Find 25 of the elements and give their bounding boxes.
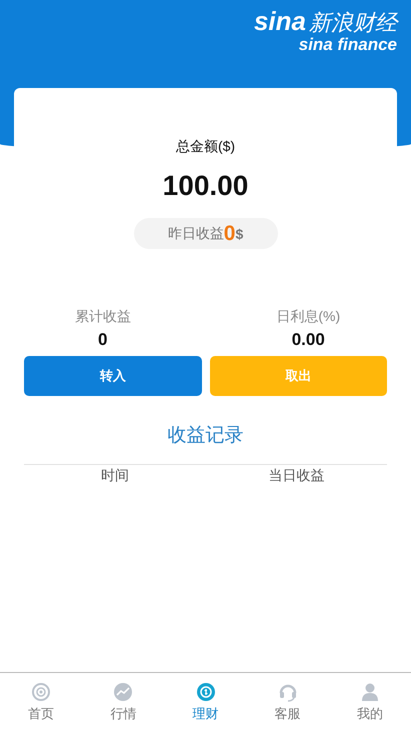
records-title: 收益记录 [168,424,244,448]
column-header: 当日收益 [267,467,326,485]
stat-value: 0.00 [292,330,325,350]
nav-tab[interactable]: 行情 [82,682,164,722]
nav-tab[interactable]: 我的 [328,682,411,722]
yesterday-unit: $ [235,226,244,242]
chart-icon [113,682,134,702]
column-header: 时间 [100,467,130,485]
logo-name: 新浪财经 [309,10,397,36]
stat-value: 0 [98,330,108,350]
total-amount: 100.00 [162,170,248,202]
stat-label: 累计收益 [74,308,131,326]
nav-tab[interactable]: 客服 [246,682,329,722]
logo-subtitle: sina finance [298,36,397,54]
nav-tab[interactable]: 首页 [0,682,82,722]
deposit-button[interactable]: 转入 [24,356,202,396]
logo-mark: sina [254,8,306,34]
yesterday-value: 0 [224,222,236,246]
stat-label: 日利息(%) [276,308,340,326]
money-icon [196,682,216,702]
total-label: 总金额($) [176,138,236,156]
yesterday-label: 昨日收益 [168,224,224,242]
nav-tab[interactable]: 理财 [164,682,247,722]
target-icon [31,682,52,702]
person-icon [360,682,380,702]
